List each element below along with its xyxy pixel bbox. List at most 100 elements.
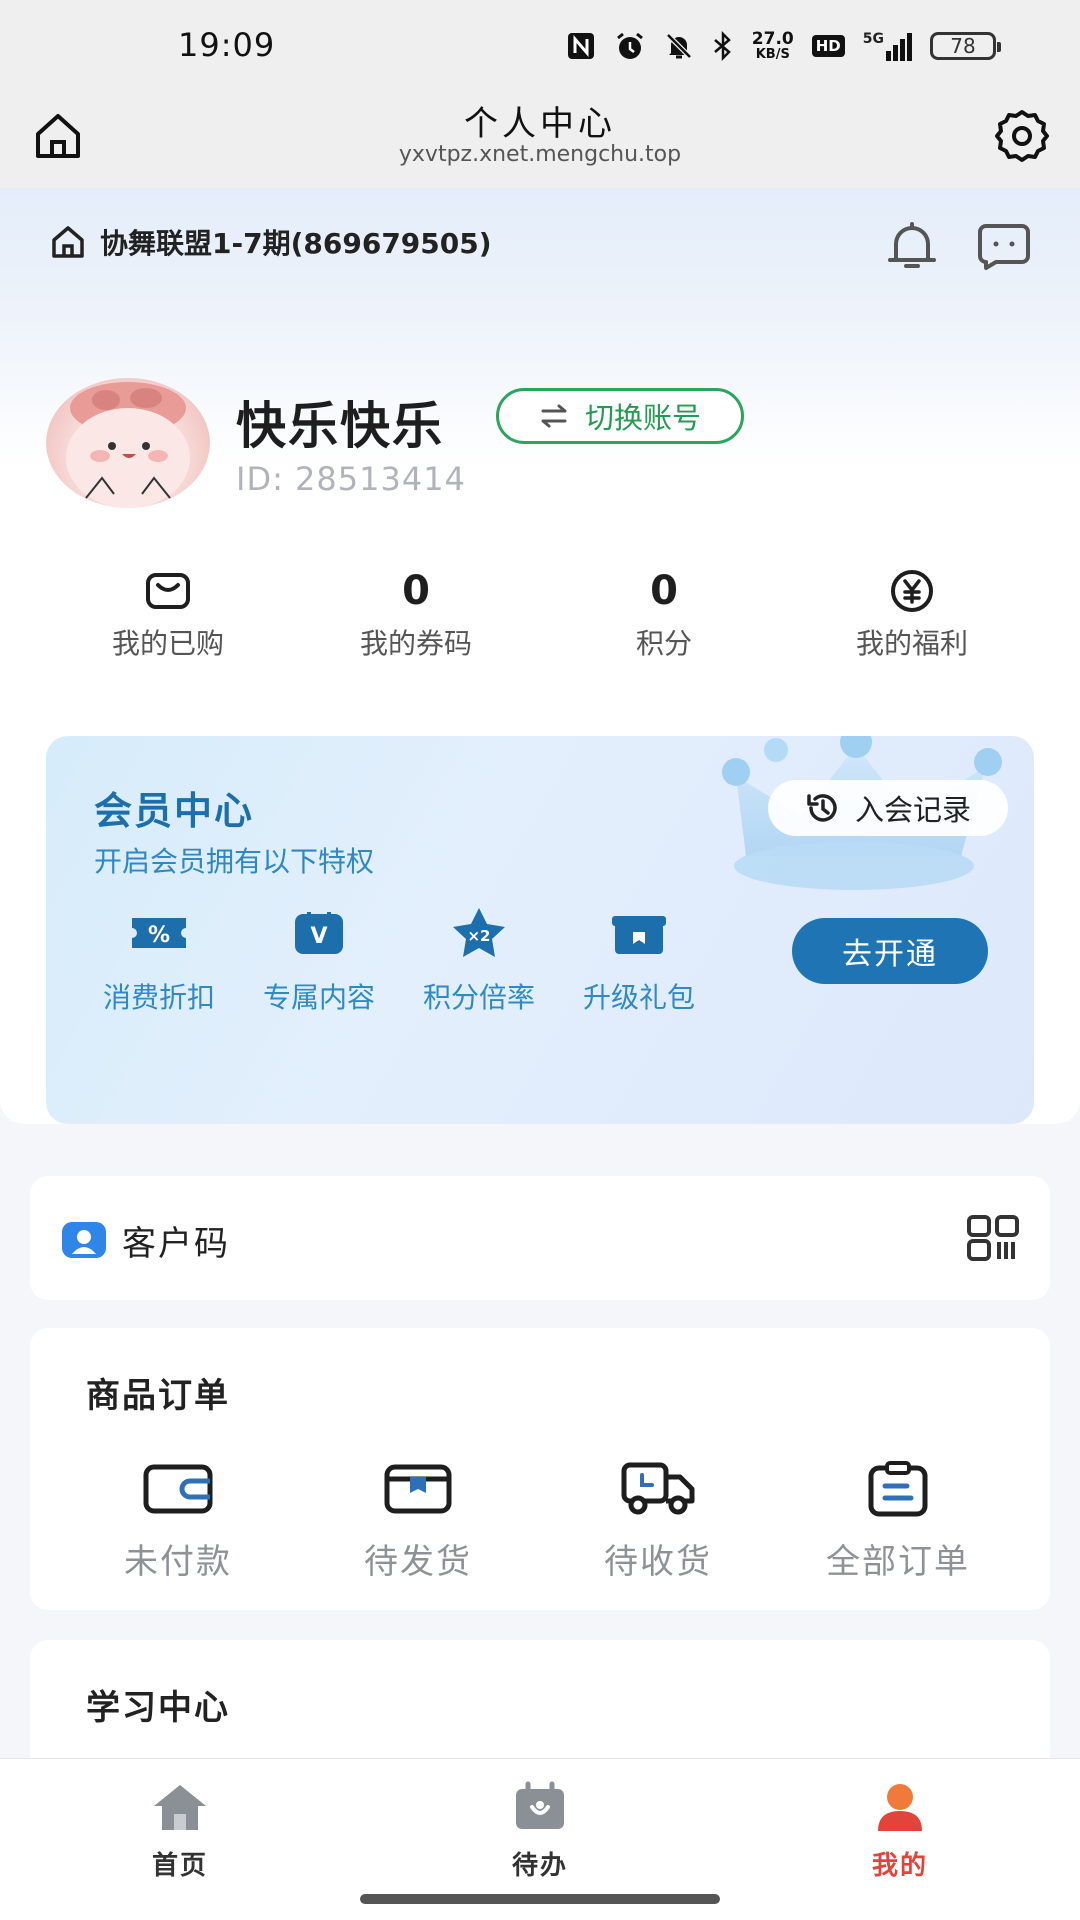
join-history-label: 入会记录: [854, 793, 971, 827]
stat-benefits[interactable]: 我的福利: [802, 566, 1022, 662]
swap-icon: [541, 404, 567, 428]
signal-bar-icon: [907, 33, 912, 61]
svg-text:%: %: [148, 923, 170, 948]
gear-icon: [995, 110, 1049, 162]
order-label: 待发货: [364, 1542, 472, 1582]
order-to-receive[interactable]: 待收货: [558, 1456, 758, 1583]
qr-code-icon[interactable]: [966, 1214, 1020, 1262]
percent-ticket-icon: %: [132, 918, 186, 948]
net-speed: 27.0 KB/S: [751, 29, 794, 62]
vip-subtitle: 开启会员拥有以下特权: [94, 845, 375, 878]
customer-code-card[interactable]: 客户码: [30, 1176, 1050, 1300]
home-indicator[interactable]: [360, 1894, 720, 1904]
benefit-exclusive-content: V 专属内容: [244, 904, 394, 1016]
status-icons: 27.0 KB/S HD 5G 78: [566, 24, 1001, 68]
order-label: 全部订单: [826, 1542, 970, 1582]
chat-icon: [978, 224, 1030, 270]
hd-badge: HD: [811, 35, 845, 57]
page-title: 个人中心: [464, 104, 616, 144]
x2-star-icon: ×2: [453, 908, 505, 957]
order-unpaid[interactable]: 未付款: [78, 1456, 278, 1583]
join-history-button[interactable]: 入会记录: [768, 780, 1008, 836]
stat-value: 0: [650, 568, 678, 614]
yen-coin-icon: [891, 570, 933, 612]
user-card-icon: [62, 1222, 106, 1258]
tab-todo[interactable]: 待办: [440, 1779, 640, 1882]
orders-card: 商品订单 未付款 待发货 待收货 全部订单: [30, 1328, 1050, 1610]
order-to-ship[interactable]: 待发货: [318, 1456, 518, 1583]
order-label: 未付款: [124, 1542, 232, 1582]
user-icon: [878, 1784, 922, 1831]
tab-label: 待办: [511, 1851, 568, 1881]
order-label: 待收货: [604, 1542, 712, 1582]
nfc-icon: [567, 33, 594, 59]
open-membership-button[interactable]: 去开通: [792, 918, 988, 984]
settings-button[interactable]: [992, 106, 1052, 166]
customer-code-label: 客户码: [122, 1224, 230, 1264]
status-time: 19:09: [178, 26, 276, 64]
net-speed-value: 27.0: [751, 29, 794, 49]
vip-center-card[interactable]: 会员中心 开启会员拥有以下特权 % 消费折扣 V 专属内容 ×2 积分倍率 升级…: [46, 736, 1034, 1124]
clipboard-icon: [868, 1461, 928, 1517]
benefit-upgrade-gift: 升级礼包: [564, 904, 714, 1016]
svg-text:V: V: [310, 924, 327, 949]
benefit-label: 消费折扣: [102, 981, 215, 1014]
title-bar: 个人中心 yxvtpz.xnet.mengchu.top: [0, 96, 1080, 188]
home-icon: [154, 1785, 206, 1830]
alarm-icon: [616, 32, 643, 59]
gift-box-icon: [612, 916, 666, 954]
page-url: yxvtpz.xnet.mengchu.top: [398, 142, 682, 167]
stat-coupons[interactable]: 0 我的券码: [306, 566, 526, 662]
stat-points[interactable]: 0 积分: [554, 566, 774, 662]
network-type: 5G: [862, 31, 884, 47]
stat-purchased[interactable]: 我的已购: [58, 566, 278, 662]
battery-indicator: 78: [930, 32, 1001, 60]
calendar-icon: [516, 1781, 564, 1829]
tab-home[interactable]: 首页: [80, 1779, 280, 1882]
v-badge-icon: V: [295, 912, 343, 954]
order-all[interactable]: 全部订单: [798, 1456, 998, 1583]
user-name: 快乐快乐: [236, 397, 444, 455]
avatar-image: [66, 382, 190, 508]
study-title: 学习中心: [86, 1688, 230, 1728]
stat-label: 我的已购: [111, 627, 224, 660]
stat-value: 0: [402, 568, 430, 614]
shopping-bag-icon: [146, 573, 190, 609]
signal-bar-icon: [900, 39, 905, 61]
notification-button[interactable]: [884, 218, 940, 274]
signal-bar-icon: [886, 51, 891, 61]
benefit-points-multiplier: ×2 积分倍率: [404, 904, 554, 1016]
stat-label: 积分: [635, 627, 692, 660]
benefit-label: 积分倍率: [422, 981, 535, 1014]
home-outline-icon: [52, 226, 84, 258]
history-icon: [807, 794, 837, 822]
signal-indicator: 5G: [863, 31, 912, 61]
net-speed-unit: KB/S: [755, 47, 790, 62]
truck-icon: [621, 1462, 695, 1515]
benefit-label: 升级礼包: [582, 981, 695, 1014]
group-name: 协舞联盟1-7期(869679505): [100, 227, 492, 260]
signal-bar-icon: [893, 45, 898, 61]
benefit-label: 专属内容: [262, 981, 375, 1014]
message-button[interactable]: [976, 220, 1032, 272]
tab-label: 我的: [871, 1851, 928, 1881]
switch-account-button[interactable]: 切换账号: [496, 388, 744, 444]
mute-bell-icon: [666, 33, 692, 59]
benefit-discount: % 消费折扣: [84, 904, 234, 1016]
wallet-icon: [143, 1464, 213, 1514]
stat-label: 我的券码: [359, 627, 472, 660]
tab-label: 首页: [151, 1851, 208, 1881]
vip-title: 会员中心: [94, 789, 255, 833]
bell-icon: [888, 222, 936, 268]
svg-text:×2: ×2: [467, 927, 490, 945]
orders-title: 商品订单: [86, 1376, 230, 1416]
tab-mine[interactable]: 我的: [800, 1779, 1000, 1882]
switch-account-label: 切换账号: [584, 401, 701, 435]
stat-label: 我的福利: [855, 627, 968, 660]
package-icon: [384, 1464, 452, 1514]
bluetooth-icon: [713, 31, 731, 61]
group-selector[interactable]: 协舞联盟1-7期(869679505): [48, 222, 492, 262]
user-id: ID: 28513414: [236, 460, 466, 498]
avatar[interactable]: [46, 378, 210, 508]
status-bar: 19:09 27.0 KB/S HD 5G 78: [0, 0, 1080, 96]
